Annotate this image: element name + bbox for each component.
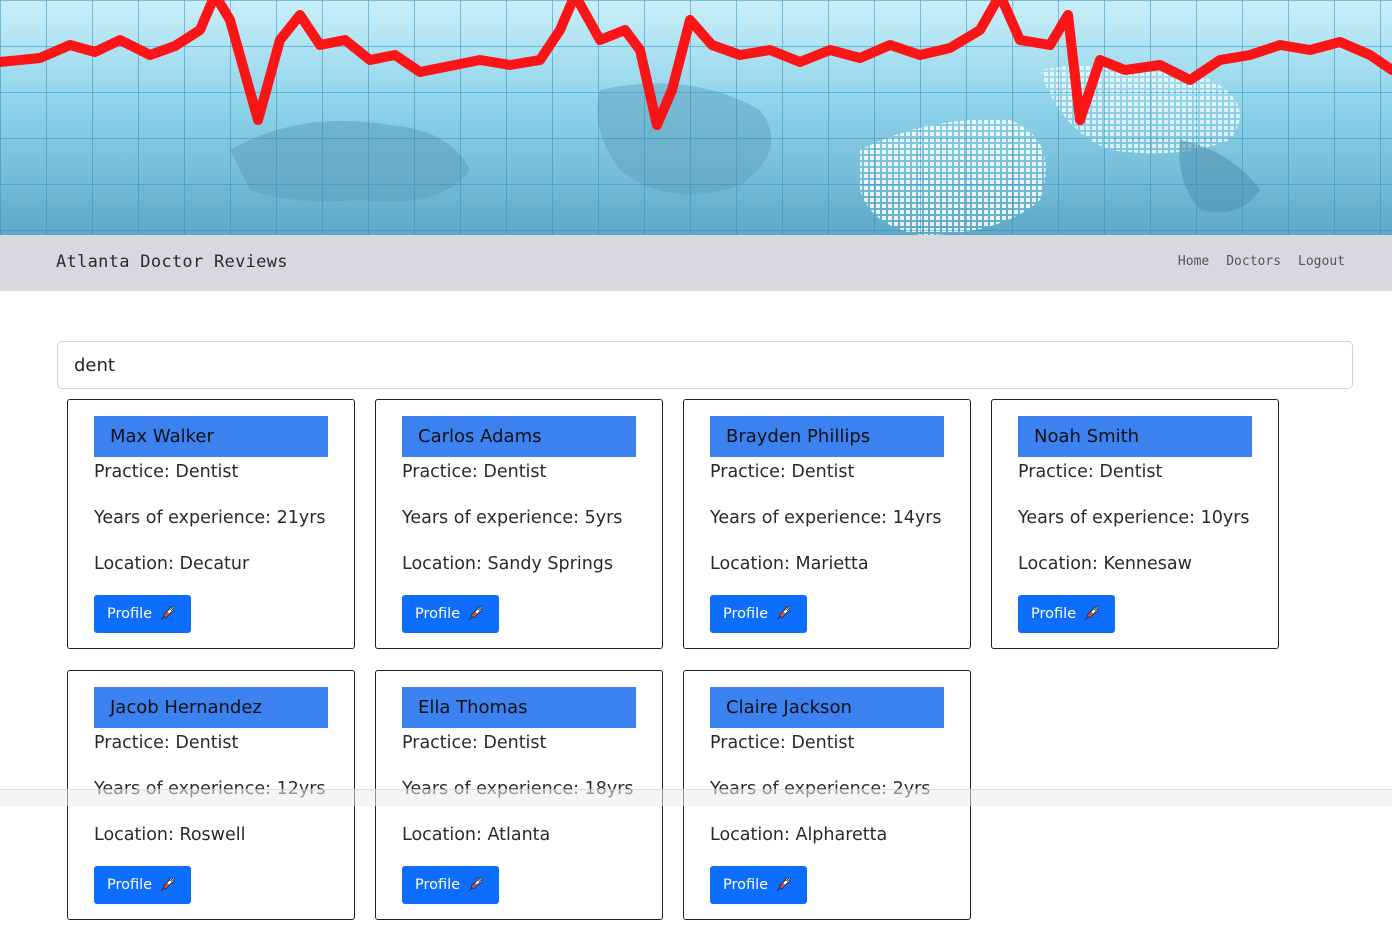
- doctor-location: Location: Sandy Springs: [402, 554, 614, 574]
- doctor-name: Brayden Phillips: [710, 416, 944, 457]
- doctor-practice: Practice: Dentist: [710, 733, 855, 753]
- doctor-location: Location: Marietta: [710, 554, 869, 574]
- syringe-icon: [161, 606, 175, 621]
- profile-button-label: Profile: [107, 606, 153, 622]
- syringe-icon: [777, 606, 791, 621]
- syringe-icon: [161, 877, 175, 892]
- profile-button[interactable]: Profile: [402, 595, 499, 633]
- doctor-location: Location: Atlanta: [402, 825, 551, 845]
- profile-button[interactable]: Profile: [710, 866, 807, 904]
- heartbeat-banner-image: [0, 0, 1392, 235]
- profile-button[interactable]: Profile: [402, 866, 499, 904]
- syringe-icon: [469, 877, 483, 892]
- doctor-practice: Practice: Dentist: [402, 733, 547, 753]
- doctor-card: Jacob Hernandez Practice: Dentist Years …: [67, 670, 355, 920]
- doctor-experience: Years of experience: 14yrs: [710, 508, 942, 528]
- profile-button-label: Profile: [723, 606, 769, 622]
- profile-button[interactable]: Profile: [710, 595, 807, 633]
- profile-button-label: Profile: [1031, 606, 1077, 622]
- doctor-name: Max Walker: [94, 416, 328, 457]
- profile-button[interactable]: Profile: [94, 866, 191, 904]
- nav-links: Home Doctors Logout: [1178, 254, 1345, 269]
- doctor-name: Carlos Adams: [402, 416, 636, 457]
- doctor-name: Jacob Hernandez: [94, 687, 328, 728]
- doctor-name: Ella Thomas: [402, 687, 636, 728]
- profile-button-label: Profile: [415, 877, 461, 893]
- profile-button-label: Profile: [107, 877, 153, 893]
- doctor-practice: Practice: Dentist: [94, 733, 239, 753]
- doctor-location: Location: Kennesaw: [1018, 554, 1192, 574]
- doctor-practice: Practice: Dentist: [402, 462, 547, 482]
- doctor-location: Location: Alpharetta: [710, 825, 888, 845]
- doctor-card: Noah Smith Practice: Dentist Years of ex…: [991, 399, 1279, 649]
- doctor-experience: Years of experience: 5yrs: [402, 508, 623, 528]
- nav-link-doctors[interactable]: Doctors: [1226, 254, 1281, 269]
- doctor-practice: Practice: Dentist: [94, 462, 239, 482]
- syringe-icon: [777, 877, 791, 892]
- syringe-icon: [469, 606, 483, 621]
- doctor-card: Brayden Phillips Practice: Dentist Years…: [683, 399, 971, 649]
- profile-button[interactable]: Profile: [1018, 595, 1115, 633]
- profile-button-label: Profile: [415, 606, 461, 622]
- doctor-experience: Years of experience: 2yrs: [710, 779, 931, 799]
- navbar: Atlanta Doctor Reviews Home Doctors Logo…: [0, 235, 1392, 291]
- doctor-experience: Years of experience: 10yrs: [1018, 508, 1250, 528]
- doctor-location: Location: Roswell: [94, 825, 246, 845]
- doctor-experience: Years of experience: 18yrs: [402, 779, 634, 799]
- doctor-name: Claire Jackson: [710, 687, 944, 728]
- doctor-card: Claire Jackson Practice: Dentist Years o…: [683, 670, 971, 920]
- doctor-card: Carlos Adams Practice: Dentist Years of …: [375, 399, 663, 649]
- doctor-card: Max Walker Practice: Dentist Years of ex…: [67, 399, 355, 649]
- brand-title[interactable]: Atlanta Doctor Reviews: [56, 252, 288, 272]
- doctor-experience: Years of experience: 12yrs: [94, 779, 326, 799]
- doctor-experience: Years of experience: 21yrs: [94, 508, 326, 528]
- doctor-name: Noah Smith: [1018, 416, 1252, 457]
- doctor-card: Ella Thomas Practice: Dentist Years of e…: [375, 670, 663, 920]
- nav-link-home[interactable]: Home: [1178, 254, 1209, 269]
- doctor-practice: Practice: Dentist: [1018, 462, 1163, 482]
- profile-button[interactable]: Profile: [94, 595, 191, 633]
- doctor-search-input[interactable]: [57, 341, 1353, 389]
- doctor-location: Location: Decatur: [94, 554, 250, 574]
- nav-link-logout[interactable]: Logout: [1298, 254, 1345, 269]
- syringe-icon: [1085, 606, 1099, 621]
- profile-button-label: Profile: [723, 877, 769, 893]
- doctor-practice: Practice: Dentist: [710, 462, 855, 482]
- header-banner: [0, 0, 1392, 235]
